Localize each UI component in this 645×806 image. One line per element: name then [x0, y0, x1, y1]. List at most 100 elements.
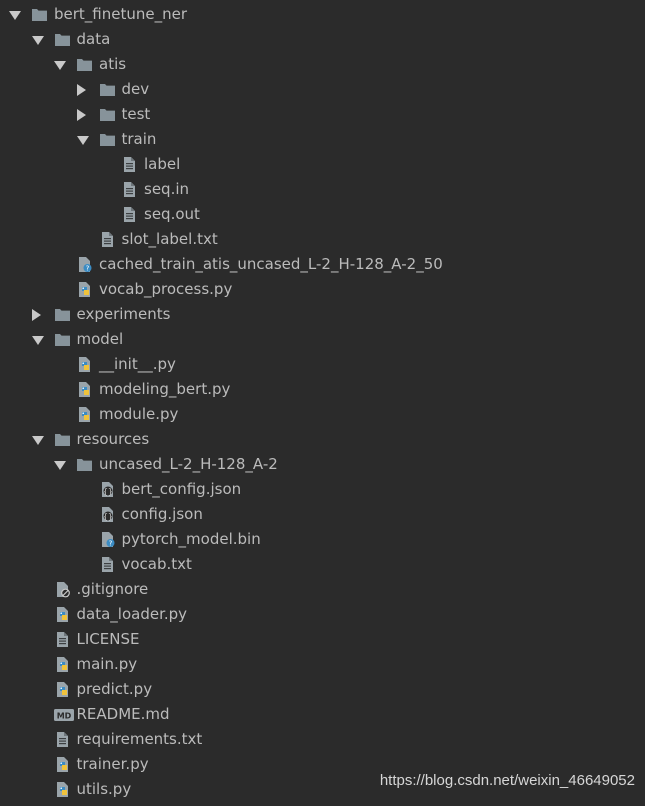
chevron-right-icon[interactable] [76, 84, 86, 96]
chevron-right-icon[interactable] [31, 309, 41, 321]
chevron-down-icon[interactable] [76, 136, 89, 145]
tree-item-label: atis [99, 55, 127, 73]
python-file-icon [76, 381, 93, 398]
svg-text:{}: {} [103, 512, 113, 521]
text-file-icon [99, 556, 116, 573]
tree-file-row[interactable]: {} bert_config.json [0, 477, 645, 502]
tree-file-row[interactable]: modeling_bert.py [0, 377, 645, 402]
tree-file-row[interactable]: module.py [0, 402, 645, 427]
chevron-down-icon[interactable] [54, 461, 66, 470]
tree-item-label: predict.py [76, 680, 153, 698]
folder-icon [54, 431, 71, 448]
tree-item-label: utils.py [76, 780, 132, 798]
markdown-file-icon: MD [53, 706, 74, 723]
python-file-icon [54, 756, 71, 773]
tree-item-label: README.md [76, 705, 170, 723]
tree-item-label: __init__.py [99, 355, 176, 373]
tree-folder-row[interactable]: dev [0, 77, 645, 102]
tree-file-row[interactable]: data_loader.py [0, 602, 645, 627]
tree-file-row[interactable]: seq.in [0, 177, 645, 202]
tree-item-label: pytorch_model.bin [121, 530, 261, 548]
tree-file-row[interactable]: LICENSE [0, 627, 645, 652]
tree-item-label: slot_label.txt [121, 230, 218, 248]
watermark-text: https://blog.csdn.net/weixin_46649052 [379, 772, 635, 789]
tree-item-label: bert_config.json [121, 480, 242, 498]
svg-text:{}: {} [103, 487, 113, 496]
python-file-icon [76, 281, 93, 298]
chevron-down-icon[interactable] [31, 36, 44, 45]
tree-item-label: seq.in [144, 180, 190, 198]
tree-folder-row[interactable]: test [0, 102, 645, 127]
tree-item-label: vocab.txt [121, 555, 192, 573]
text-file-icon [54, 731, 71, 748]
tree-item-label: requirements.txt [76, 730, 203, 748]
tree-folder-row[interactable]: model [0, 327, 645, 352]
chevron-right-icon[interactable] [76, 109, 86, 121]
chevron-down-icon[interactable] [31, 436, 44, 445]
tree-item-label: cached_train_atis_uncased_L-2_H-128_A-2_… [99, 255, 443, 273]
tree-file-row[interactable]: main.py [0, 652, 645, 677]
tree-folder-row[interactable]: bert_finetune_ner [0, 2, 645, 27]
folder-icon [54, 306, 71, 323]
tree-file-row[interactable]: requirements.txt [0, 727, 645, 752]
text-file-icon [121, 181, 138, 198]
python-file-icon [76, 356, 93, 373]
tree-item-label: config.json [121, 505, 203, 523]
chevron-down-icon[interactable] [9, 11, 21, 20]
tree-item-label: bert_finetune_ner [54, 5, 188, 23]
svg-text:?: ? [86, 265, 90, 273]
tree-item-label: train [121, 130, 157, 148]
tree-folder-row[interactable]: resources [0, 427, 645, 452]
tree-file-row[interactable]: vocab.txt [0, 552, 645, 577]
python-file-icon [54, 606, 71, 623]
tree-folder-row[interactable]: data [0, 27, 645, 52]
tree-item-label: main.py [76, 655, 138, 673]
tree-item-label: model [76, 330, 124, 348]
tree-item-label: uncased_L-2_H-128_A-2 [99, 455, 278, 473]
tree-folder-row[interactable]: train [0, 127, 645, 152]
tree-folder-row[interactable]: uncased_L-2_H-128_A-2 [0, 452, 645, 477]
tree-item-label: test [121, 105, 151, 123]
tree-file-row[interactable]: seq.out [0, 202, 645, 227]
tree-item-label: dev [121, 80, 150, 98]
gitignore-file-icon [54, 581, 71, 598]
tree-file-row[interactable]: MD README.md [0, 702, 645, 727]
tree-item-label: LICENSE [76, 630, 140, 648]
project-tree: bert_finetune_nerdata atis dev test train lab… [0, 2, 645, 802]
tree-item-label: module.py [99, 405, 179, 423]
tree-item-label: seq.out [144, 205, 200, 223]
tree-file-row[interactable]: ? pytorch_model.bin [0, 527, 645, 552]
python-file-icon [76, 406, 93, 423]
tree-file-row[interactable]: {} config.json [0, 502, 645, 527]
tree-file-row[interactable]: slot_label.txt [0, 227, 645, 252]
text-file-icon [54, 631, 71, 648]
json-file-icon: {} [99, 481, 116, 498]
text-file-icon [121, 156, 138, 173]
tree-file-row[interactable]: .gitignore [0, 577, 645, 602]
tree-item-label: label [144, 155, 181, 173]
tree-file-row[interactable]: ? cached_train_atis_uncased_L-2_H-128_A-2… [0, 252, 645, 277]
tree-item-label: vocab_process.py [99, 280, 233, 298]
tree-file-row[interactable]: vocab_process.py [0, 277, 645, 302]
json-file-icon: {} [99, 506, 116, 523]
folder-icon [99, 106, 116, 123]
chevron-down-icon[interactable] [54, 61, 66, 70]
tree-file-row[interactable]: predict.py [0, 677, 645, 702]
folder-icon [99, 81, 116, 98]
tree-folder-row[interactable]: atis [0, 52, 645, 77]
tree-file-row[interactable]: label [0, 152, 645, 177]
tree-item-label: .gitignore [76, 580, 149, 598]
text-file-icon [121, 206, 138, 223]
chevron-down-icon[interactable] [31, 336, 44, 345]
folder-icon [54, 331, 71, 348]
text-file-icon [99, 231, 116, 248]
python-file-icon [54, 781, 71, 798]
unknown-file-icon: ? [76, 256, 93, 273]
folder-icon [99, 131, 116, 148]
folder-icon [31, 6, 48, 23]
tree-item-label: modeling_bert.py [99, 380, 231, 398]
tree-folder-row[interactable]: experiments [0, 302, 645, 327]
tree-file-row[interactable]: __init__.py [0, 352, 645, 377]
tree-item-label: experiments [76, 305, 171, 323]
folder-icon [54, 31, 71, 48]
